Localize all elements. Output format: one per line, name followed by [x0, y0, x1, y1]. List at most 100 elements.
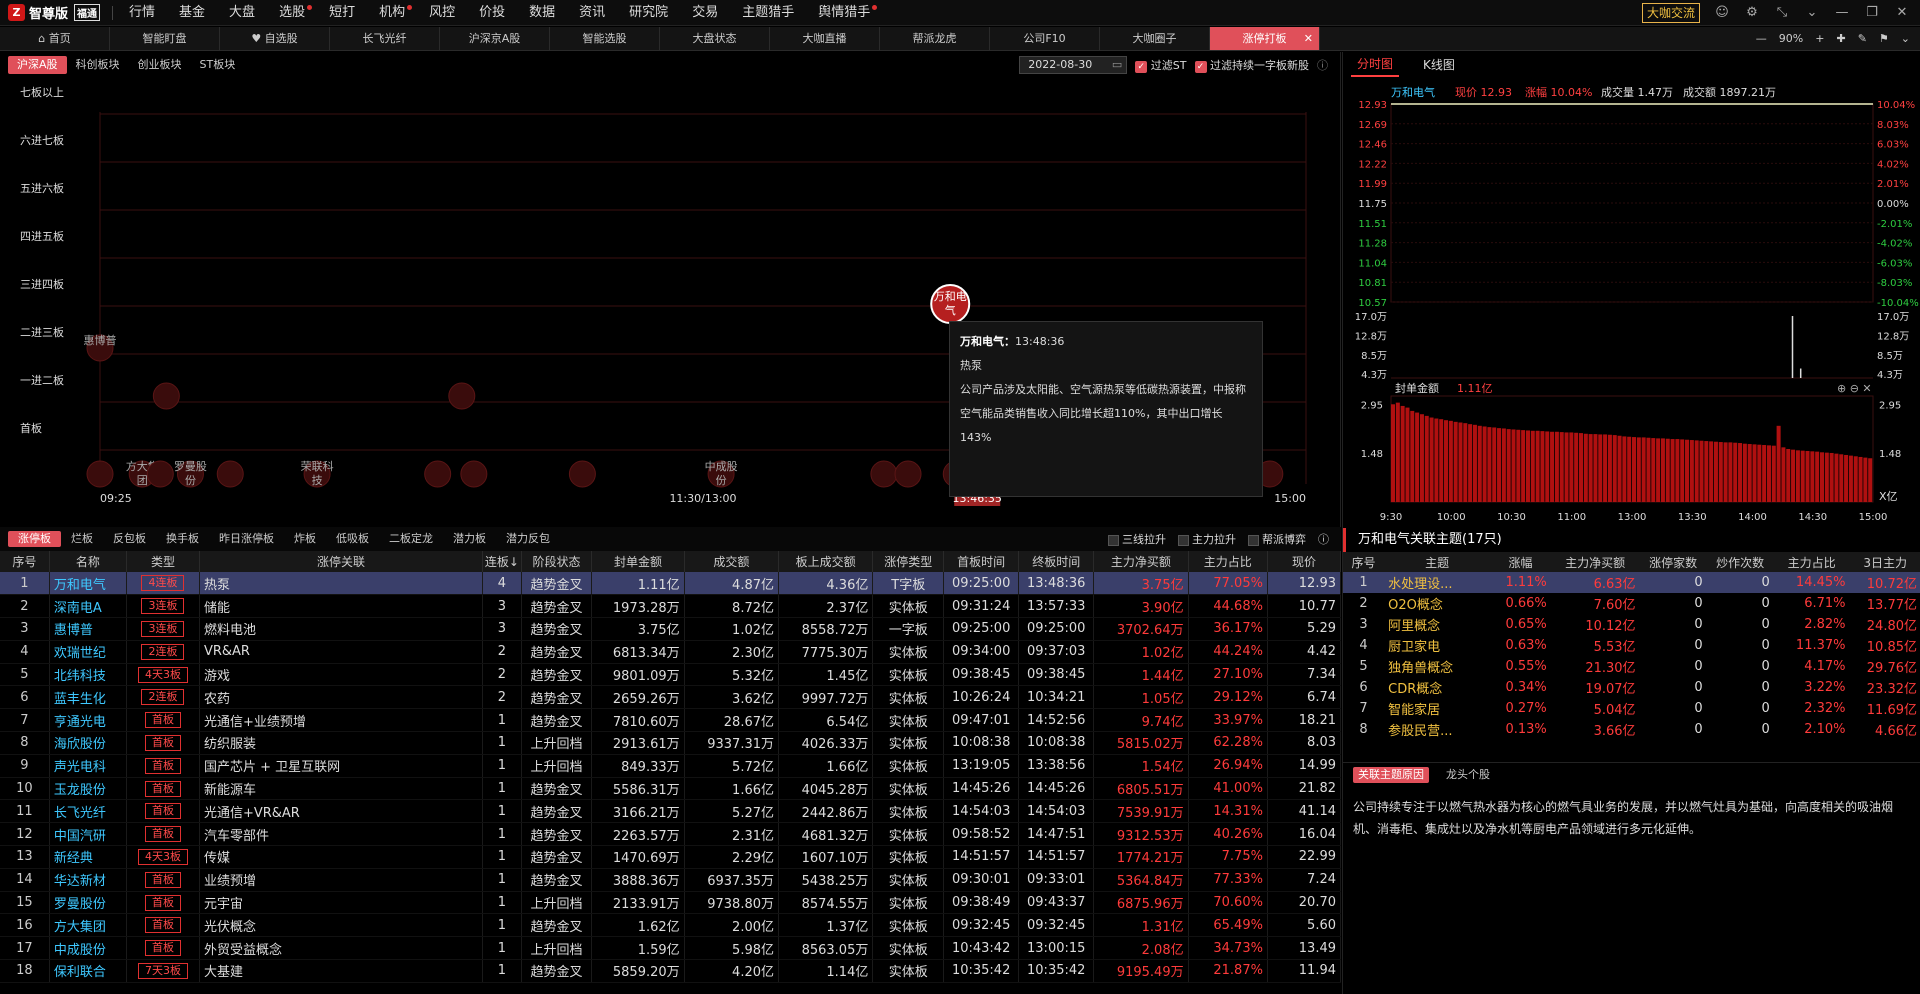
- theme-row[interactable]: 7 智能家居 0.27% 5.04亿 0 0 2.32% 11.69亿: [1343, 698, 1920, 719]
- close-tab-icon[interactable]: ✕: [1304, 27, 1313, 51]
- tab-9[interactable]: 公司F10: [990, 27, 1100, 50]
- board-tab-2[interactable]: 反包板: [103, 531, 156, 547]
- table-row[interactable]: 12 中国汽研 首板 汽车零部件 1 趋势金叉 2263.57万 2.31亿 4681.32万实…: [0, 822, 1342, 847]
- column-header[interactable]: 封单金额: [591, 551, 685, 572]
- cell-名称[interactable]: 新经典: [49, 845, 128, 869]
- date-picker[interactable]: 2022-08-30: [1019, 56, 1128, 74]
- theme-column-header[interactable]: 主题: [1384, 552, 1491, 572]
- tab-5[interactable]: 智能选股: [550, 27, 660, 50]
- chart-tab-1[interactable]: K线图: [1417, 54, 1461, 76]
- menu-item-0[interactable]: 行情: [117, 0, 167, 26]
- tab-2[interactable]: ♥ 自选股: [220, 27, 330, 50]
- stock-bubble[interactable]: [86, 460, 114, 488]
- column-header[interactable]: 主力占比: [1188, 551, 1268, 572]
- board-tab-4[interactable]: 昨日涨停板: [209, 531, 284, 547]
- board-tab-6[interactable]: 低吸板: [326, 531, 379, 547]
- cell-名称[interactable]: 深南电A: [49, 594, 128, 619]
- chevron-down-icon[interactable]: ⌄: [1804, 5, 1820, 20]
- stock-bubble[interactable]: [460, 460, 488, 488]
- help-icon[interactable]: ⓘ: [1317, 57, 1328, 73]
- theme-row[interactable]: 1 水处理设... 1.11% 6.63亿 0 0 14.45% 10.72亿: [1343, 572, 1920, 593]
- table-row[interactable]: 14 华达新材 首板 业绩预增 1 趋势金叉 3888.36万 6937.35万 5438.25…: [0, 868, 1342, 892]
- tab-10[interactable]: 大咖圈子: [1100, 27, 1210, 50]
- table-row[interactable]: 11 长飞光纤 首板 光通信+VR&AR 1 趋势金叉 3166.21万 5.27亿 2442.…: [0, 799, 1342, 824]
- menu-item-11[interactable]: 交易: [680, 0, 730, 26]
- table-row[interactable]: 15 罗曼股份 首板 元宇宙 1 上升回档 2133.91万 9738.80万 8574.55万…: [0, 891, 1342, 915]
- stock-bubble[interactable]: [424, 460, 452, 488]
- theme-row[interactable]: 2 O2O概念 0.66% 7.60亿 0 0 6.71% 13.77亿: [1343, 593, 1920, 614]
- tab-3[interactable]: 长飞光纤: [330, 27, 440, 50]
- column-header[interactable]: 涨停类型: [872, 551, 945, 572]
- column-header[interactable]: 序号: [0, 551, 50, 572]
- vip-exchange-button[interactable]: 大咖交流: [1641, 2, 1700, 23]
- settings-icon[interactable]: ⚙: [1744, 5, 1760, 20]
- table-row[interactable]: 16 方大集团 首板 光伏概念 1 趋势金叉 1.62亿 2.00亿 1.37亿 实体板 09:32…: [0, 913, 1342, 938]
- menu-item-13[interactable]: 舆情猎手: [806, 0, 882, 26]
- stock-bubble[interactable]: [870, 460, 898, 488]
- column-header[interactable]: 终板时间: [1018, 551, 1095, 572]
- bookmark-icon[interactable]: ✚: [1836, 32, 1845, 45]
- column-header[interactable]: 名称: [49, 551, 128, 572]
- theme-row[interactable]: 8 参股民营... 0.13% 3.66亿 0 0 2.10% 4.66亿: [1343, 719, 1920, 740]
- table-row[interactable]: 3 惠博普 3连板 燃料电池 3 趋势金叉 3.75亿 1.02亿 8558.72万 一字板 09:…: [0, 617, 1342, 641]
- theme-row[interactable]: 5 独角兽概念 0.55% 21.30亿 0 0 4.17% 29.76亿: [1343, 656, 1920, 677]
- stock-bubble[interactable]: [152, 382, 180, 410]
- edit-icon[interactable]: ✎: [1858, 32, 1867, 45]
- menu-item-4[interactable]: 短打: [317, 0, 367, 26]
- column-header[interactable]: 连板↓: [482, 551, 522, 572]
- stock-bubble[interactable]: [894, 460, 922, 488]
- theme-column-header[interactable]: 炒作次数: [1706, 552, 1774, 572]
- minimize-icon[interactable]: —: [1834, 5, 1850, 20]
- zoom-out-icon[interactable]: —: [1756, 32, 1767, 45]
- column-header[interactable]: 板上成交额: [778, 551, 874, 572]
- cell-名称[interactable]: 中成股份: [49, 936, 128, 961]
- board-filter-0[interactable]: 三线拉升: [1108, 531, 1166, 547]
- board-tab-8[interactable]: 潜力板: [443, 531, 496, 547]
- theme-row[interactable]: 6 CDR概念 0.34% 19.07亿 0 0 3.22% 23.32亿: [1343, 677, 1920, 698]
- theme-column-header[interactable]: 涨停家数: [1639, 552, 1707, 572]
- close-icon[interactable]: ✕: [1894, 5, 1910, 20]
- maximize-icon[interactable]: ❐: [1864, 5, 1880, 20]
- theme-column-header[interactable]: 涨幅: [1490, 552, 1551, 572]
- theme-column-header[interactable]: 主力净买额: [1550, 552, 1640, 572]
- user-icon[interactable]: ☺: [1714, 5, 1730, 20]
- cell-名称[interactable]: 北纬科技: [49, 663, 128, 687]
- table-row[interactable]: 2 深南电A 3连板 储能 3 趋势金叉 1973.28万 8.72亿 2.37亿 实体板 09:3…: [0, 594, 1342, 619]
- table-row[interactable]: 10 玉龙股份 首板 新能源车 1 趋势金叉 5586.31万 1.66亿 4045.28万 实体…: [0, 777, 1342, 801]
- subtab-3[interactable]: ST板块: [191, 56, 245, 74]
- cell-名称[interactable]: 蓝丰生化: [49, 685, 128, 710]
- theme-column-header[interactable]: 3日主力: [1849, 552, 1920, 572]
- filter-yizi-checkbox[interactable]: ✓ 过滤持续一字板新股: [1194, 57, 1309, 73]
- board-tab-5[interactable]: 炸板: [284, 531, 326, 547]
- board-tab-0[interactable]: 涨停板: [8, 531, 61, 547]
- cell-名称[interactable]: 海欣股份: [49, 731, 128, 755]
- menu-item-5[interactable]: 机构: [367, 0, 417, 26]
- cell-名称[interactable]: 华达新材: [49, 868, 128, 892]
- tab-4[interactable]: 沪深京A股: [440, 27, 550, 50]
- filter-st-checkbox[interactable]: ✓ 过滤ST: [1135, 57, 1187, 73]
- table-row[interactable]: 18 保利联合 7天3板 大基建 1 趋势金叉 5859.20万 4.20亿 1.14亿 实体板 1…: [0, 959, 1342, 983]
- theme-column-header[interactable]: 主力占比: [1773, 552, 1850, 572]
- column-header[interactable]: 阶段状态: [521, 551, 593, 572]
- table-row[interactable]: 7 亨通光电 首板 光通信+业绩预增 1 趋势金叉 7810.60万 28.67亿 6.54亿实…: [0, 708, 1342, 733]
- board-filter-2[interactable]: 帮派博弈: [1248, 531, 1306, 547]
- subtab-1[interactable]: 科创板块: [67, 56, 129, 74]
- cell-名称[interactable]: 声光电科: [49, 754, 128, 778]
- column-header[interactable]: 现价: [1267, 551, 1342, 572]
- cell-名称[interactable]: 万和电气: [49, 572, 128, 596]
- menu-item-2[interactable]: 大盘: [217, 0, 267, 26]
- cell-名称[interactable]: 欢瑞世纪: [49, 640, 128, 664]
- chart-tab-0[interactable]: 分时图: [1351, 53, 1400, 77]
- stock-bubble[interactable]: [448, 382, 476, 410]
- menu-item-1[interactable]: 基金: [167, 0, 217, 26]
- menu-item-9[interactable]: 资讯: [567, 0, 617, 26]
- cell-名称[interactable]: 亨通光电: [49, 708, 128, 733]
- theme-row[interactable]: 3 阿里概念 0.65% 10.12亿 0 0 2.82% 24.80亿: [1343, 614, 1920, 635]
- seal-panel-icons[interactable]: ⊕ ⊖ ✕: [1837, 382, 1872, 395]
- subtab-0[interactable]: 沪深A股: [8, 56, 67, 74]
- board-tab-3[interactable]: 换手板: [156, 531, 209, 547]
- tab-1[interactable]: 智能盯盘: [110, 27, 220, 50]
- fullscreen-icon[interactable]: ⤡: [1774, 5, 1790, 20]
- table-row[interactable]: 8 海欣股份 首板 纺织服装 1 上升回档 2913.61万 9337.31万 4026.33万…: [0, 731, 1342, 755]
- help-icon[interactable]: ⓘ: [1318, 531, 1329, 547]
